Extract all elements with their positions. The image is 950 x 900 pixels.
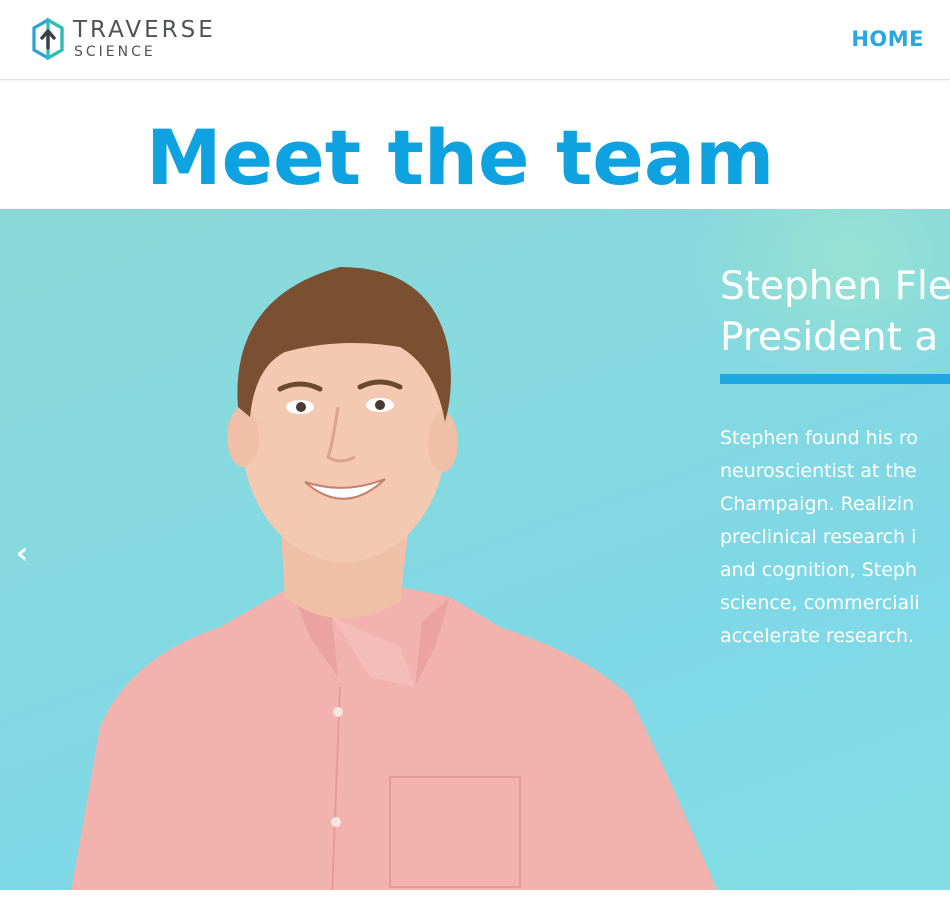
carousel-prev-arrow-icon[interactable]: ‹ bbox=[12, 534, 32, 574]
bio-line: accelerate research. bbox=[720, 625, 915, 647]
traverse-science-logo[interactable]: TRAVERSE SCIENCE bbox=[32, 17, 216, 61]
team-carousel: Stephen Fle President a Stephen found hi… bbox=[0, 209, 950, 890]
logo-hexagon-arrow-icon bbox=[32, 18, 64, 60]
logo-word-traverse: TRAVERSE bbox=[73, 17, 216, 43]
title-accent-bar bbox=[720, 374, 950, 384]
bio-line: neuroscientist at the bbox=[720, 460, 917, 482]
logo-wordmark: TRAVERSE SCIENCE bbox=[73, 17, 216, 61]
team-member-photo bbox=[71, 267, 718, 890]
nav-home-link[interactable]: HOME bbox=[851, 27, 924, 51]
bio-line: Champaign. Realizin bbox=[720, 493, 915, 515]
team-member-name: Stephen Fle bbox=[720, 264, 950, 309]
logo-word-science: SCIENCE bbox=[74, 44, 156, 60]
bio-line: and cognition, Steph bbox=[720, 559, 918, 581]
bio-line: Stephen found his ro bbox=[720, 427, 918, 449]
bio-line: preclinical research i bbox=[720, 526, 917, 548]
page-title: Meet the team bbox=[146, 113, 775, 202]
site-header: TRAVERSE SCIENCE HOME bbox=[0, 0, 950, 80]
team-member-role: President a bbox=[720, 315, 939, 360]
bio-line: science, commerciali bbox=[720, 592, 920, 614]
